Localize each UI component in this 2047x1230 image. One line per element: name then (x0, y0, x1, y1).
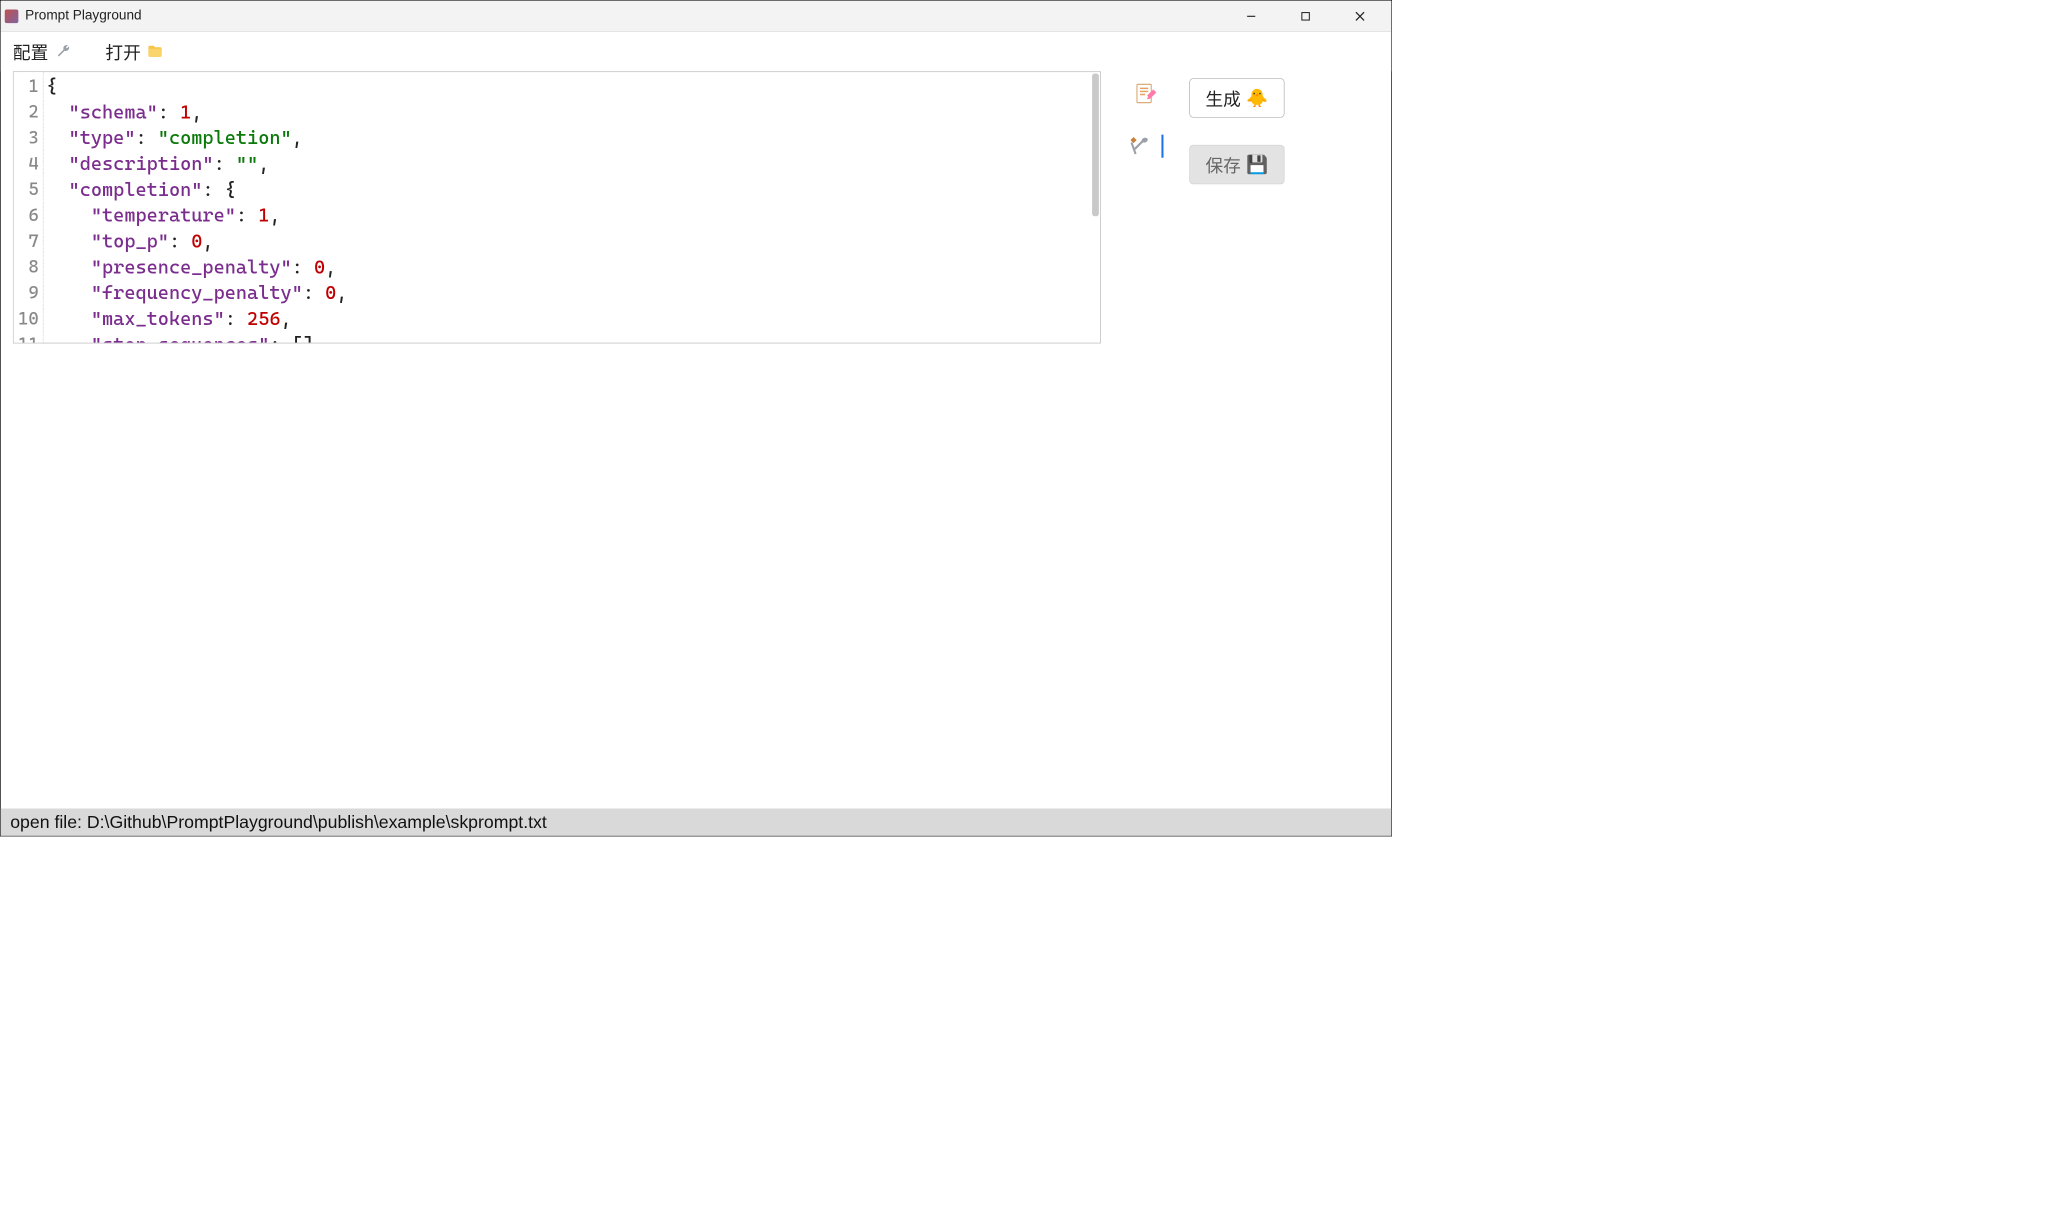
close-icon (1355, 11, 1366, 22)
menu-open-label: 打开 (105, 39, 140, 64)
status-text: open file: D:\Github\PromptPlayground\pu… (10, 812, 547, 833)
menubar: 配置 打开 (1, 32, 1392, 71)
chick-icon: 🐥 (1246, 87, 1268, 108)
edit-document-icon (1133, 82, 1157, 106)
app-icon (5, 9, 19, 23)
line-gutter: 1234567891011 (14, 72, 44, 343)
window-title: Prompt Playground (25, 8, 1237, 24)
action-buttons: 生成 🐥 保存 💾 (1189, 71, 1284, 800)
generate-button[interactable]: 生成 🐥 (1189, 78, 1284, 117)
folder-icon (146, 43, 164, 61)
maximize-button[interactable] (1292, 6, 1319, 26)
menu-config-label: 配置 (13, 39, 48, 64)
wrench-icon (54, 43, 72, 61)
code-editor[interactable]: 1234567891011 { "schema": 1, "type": "co… (13, 71, 1101, 343)
window-controls (1238, 6, 1388, 26)
minimize-icon (1246, 11, 1257, 22)
code-content[interactable]: { "schema": 1, "type": "completion", "de… (44, 72, 1101, 343)
content-area: 1234567891011 { "schema": 1, "type": "co… (1, 71, 1392, 808)
floppy-icon: 💾 (1246, 154, 1268, 175)
side-toolbar (1121, 71, 1169, 800)
save-button[interactable]: 保存 💾 (1189, 145, 1284, 184)
save-label: 保存 (1206, 152, 1241, 177)
text-cursor-indicator (1161, 135, 1163, 158)
edit-doc-tool[interactable] (1133, 82, 1157, 106)
statusbar: open file: D:\Github\PromptPlayground\pu… (1, 809, 1392, 836)
generate-label: 生成 (1206, 85, 1241, 110)
maximize-icon (1300, 11, 1311, 22)
tools-tool[interactable] (1127, 134, 1163, 158)
minimize-button[interactable] (1238, 6, 1265, 26)
menu-open[interactable]: 打开 (105, 39, 163, 64)
tools-icon (1127, 134, 1151, 158)
close-button[interactable] (1346, 6, 1373, 26)
scrollbar-thumb[interactable] (1092, 73, 1099, 216)
titlebar: Prompt Playground (1, 1, 1392, 32)
menu-config[interactable]: 配置 (13, 39, 71, 64)
